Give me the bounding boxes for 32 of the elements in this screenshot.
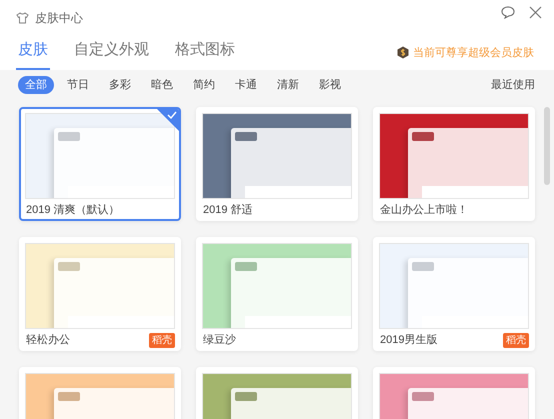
skin-name: 2019男生版: [380, 332, 438, 348]
skin-card[interactable]: 2019 舒适: [196, 107, 358, 221]
skin-name: 2019 清爽（默认）: [26, 202, 120, 218]
skin-name: 金山办公上市啦！: [380, 202, 468, 218]
tab[interactable]: 格式图标: [173, 38, 237, 70]
filter-chip[interactable]: 影视: [312, 76, 348, 94]
recent-link[interactable]: 最近使用: [491, 76, 535, 94]
tab[interactable]: 自定义外观: [72, 38, 151, 70]
filter-chip[interactable]: 多彩: [102, 76, 138, 94]
filter-chip[interactable]: 全部: [18, 76, 54, 94]
skin-card[interactable]: 绿豆沙: [196, 237, 358, 351]
skin-card[interactable]: 金山办公上市啦！: [373, 107, 535, 221]
skin-name: 2019 舒适: [203, 202, 253, 218]
filter-chip[interactable]: 清新: [270, 76, 306, 94]
filter-chip[interactable]: 简约: [186, 76, 222, 94]
filter-chip[interactable]: 节日: [60, 76, 96, 94]
skin-card[interactable]: 2019男生版 稻壳: [373, 237, 535, 351]
skin-card[interactable]: 2019 清爽（默认）: [19, 107, 181, 221]
filter-chip[interactable]: 暗色: [144, 76, 180, 94]
docer-badge: 稻壳: [503, 332, 529, 348]
coin-icon: [397, 46, 409, 60]
check-corner-icon: [157, 109, 179, 131]
close-icon[interactable]: [529, 6, 542, 19]
chat-bubble-icon[interactable]: [501, 6, 515, 19]
filter-chip[interactable]: 卡通: [228, 76, 264, 94]
shirt-icon: [16, 12, 29, 24]
skin-name: 轻松办公: [26, 332, 70, 348]
docer-badge: 稻壳: [149, 332, 175, 348]
skin-name: 绿豆沙: [203, 332, 236, 348]
skin-card[interactable]: 轻松办公 稻壳: [19, 237, 181, 351]
window-title: 皮肤中心: [35, 10, 83, 27]
scrollbar-thumb[interactable]: [544, 107, 550, 185]
